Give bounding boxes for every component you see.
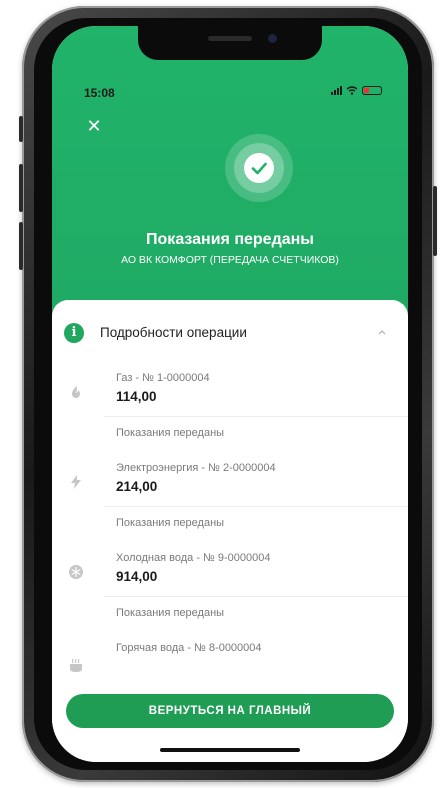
- meter-value: 914,00: [116, 569, 158, 584]
- speaker-grille: [208, 36, 252, 41]
- close-icon[interactable]: ✕: [84, 116, 104, 136]
- volume-up-button: [19, 164, 23, 212]
- divider: [104, 596, 408, 597]
- return-home-button[interactable]: ВЕРНУТЬСЯ НА ГЛАВНЫЙ: [66, 694, 394, 728]
- meter-status: Показания переданы: [116, 517, 225, 529]
- success-header: 15:08 ✕ Показания переданы АО ВК КОМФОРТ…: [52, 26, 408, 326]
- check-icon: [244, 153, 274, 183]
- meter-value: 214,00: [116, 479, 158, 494]
- meter-label: Горячая вода - № 8-0000004: [116, 642, 262, 654]
- wifi-icon: [346, 86, 358, 95]
- phone-frame: 15:08 ✕ Показания переданы АО ВК КОМФОРТ…: [19, 6, 437, 782]
- status-time: 15:08: [84, 86, 115, 100]
- info-icon: i: [64, 323, 84, 343]
- provider-name: АО ВК КОМФОРТ (ПЕРЕДАЧА СЧЕТЧИКОВ): [121, 254, 339, 266]
- meter-label: Газ - № 1-0000004: [116, 372, 210, 384]
- home-indicator[interactable]: [160, 748, 300, 752]
- details-section-title: Подробности операции: [100, 325, 247, 340]
- volume-down-button: [19, 222, 23, 270]
- details-section-header[interactable]: i Подробности операции: [64, 318, 396, 348]
- divider: [104, 416, 408, 417]
- flame-icon: [66, 382, 86, 402]
- hot-water-icon: [66, 656, 86, 676]
- page-title: Показания переданы: [146, 231, 314, 248]
- meter-status: Показания переданы: [116, 427, 225, 439]
- signal-icon: [331, 86, 342, 95]
- notch: [138, 26, 322, 60]
- meter-label: Электроэнергия - № 2-0000004: [116, 462, 276, 474]
- divider: [104, 506, 408, 507]
- lightning-icon: [66, 472, 86, 492]
- success-badge: [225, 134, 293, 202]
- power-button: [433, 186, 437, 256]
- battery-icon: [362, 86, 382, 95]
- meter-status: Показания переданы: [116, 607, 225, 619]
- details-sheet: i Подробности операции Газ - № 1-0000004…: [52, 300, 408, 762]
- status-icons: [331, 86, 382, 95]
- mute-switch: [19, 116, 23, 142]
- snowflake-icon: [66, 562, 86, 582]
- meter-label: Холодная вода - № 9-0000004: [116, 552, 271, 564]
- phone-screen: 15:08 ✕ Показания переданы АО ВК КОМФОРТ…: [52, 26, 408, 762]
- front-camera: [268, 34, 277, 43]
- meter-value: 114,00: [116, 389, 157, 404]
- chevron-up-icon[interactable]: [376, 326, 388, 338]
